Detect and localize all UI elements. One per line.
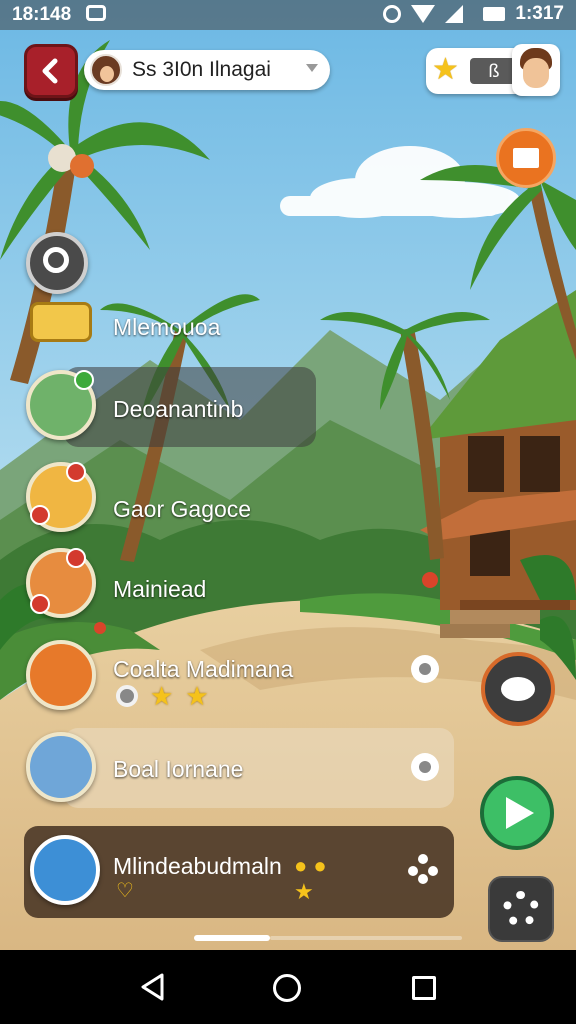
scroll-indicator: [194, 935, 270, 941]
menu-label-coalta: Coalta Madimana: [113, 656, 294, 682]
chat-bubble-icon[interactable]: [411, 753, 439, 781]
alert-badge: [30, 594, 50, 614]
mail-button[interactable]: [496, 128, 556, 188]
play-button[interactable]: [480, 776, 554, 850]
nav-recent-icon[interactable]: [412, 976, 436, 1000]
heart-icon: ♡: [116, 880, 134, 902]
star-icon: ★: [185, 681, 209, 711]
profile-selector[interactable]: Ss 3I0n Ilnagai: [84, 50, 330, 90]
ring-icon: [116, 685, 138, 707]
system-nav-bar: [0, 950, 576, 1024]
back-button[interactable]: [24, 44, 78, 98]
notification-icon: [86, 5, 106, 21]
search-icon: [26, 232, 88, 294]
alert-badge: [30, 505, 50, 525]
menu-label-memo: Mlemouoa: [113, 314, 221, 340]
player-avatar[interactable]: [512, 44, 560, 96]
play-icon: [506, 797, 534, 829]
alarm-icon: [383, 5, 402, 23]
mail-icon: [513, 148, 539, 168]
pen-icon: [30, 835, 100, 905]
menu-label-games: Gaor Gagoce: [113, 496, 252, 522]
nav-home-icon[interactable]: [273, 974, 301, 1002]
avatar-face: [523, 58, 549, 88]
chevron-left-icon: [42, 58, 58, 84]
alert-badge: [66, 462, 86, 482]
status-time: 18:148: [12, 4, 72, 25]
star-icon: ★: [432, 53, 459, 86]
rating-stars: ★ ★: [116, 681, 209, 711]
signal-icon: [445, 5, 464, 23]
menu-label-hero: Mlindeabudmaln: [113, 853, 282, 879]
profile-name: Ss 3I0n Ilnagai: [132, 58, 271, 81]
menu-label-decoration: Deoanantinb: [113, 396, 244, 422]
ticket-icon: [30, 302, 92, 342]
profile-avatar: [90, 54, 122, 86]
status-bar: 18:148 1:317: [0, 0, 576, 30]
wifi-icon: [411, 5, 436, 23]
score-value: ß: [470, 58, 518, 84]
menu-label-boal: Boal Iornane: [113, 756, 244, 782]
chevron-down-icon: [306, 64, 318, 72]
chat-button[interactable]: [481, 652, 555, 726]
settings-button[interactable]: [488, 876, 554, 942]
coalta-icon: [26, 640, 96, 710]
boal-icon: [26, 732, 96, 802]
new-badge: [74, 370, 94, 390]
chat-bubble-icon: [501, 677, 535, 701]
scroll-track: [270, 936, 462, 940]
star-icon: ★: [150, 681, 174, 711]
nav-back-icon[interactable]: [138, 972, 168, 1002]
gear-icon: [503, 891, 539, 927]
status-icons: 1:317: [383, 3, 564, 25]
battery-icon: [483, 7, 506, 21]
coin-icon: ● ● ★: [294, 853, 327, 904]
alert-badge: [66, 548, 86, 568]
menu-label-married: Mainiead: [113, 576, 207, 602]
paw-icon[interactable]: [408, 854, 438, 884]
chat-bubble-icon[interactable]: [411, 655, 439, 683]
status-clock: 1:317: [515, 3, 564, 24]
